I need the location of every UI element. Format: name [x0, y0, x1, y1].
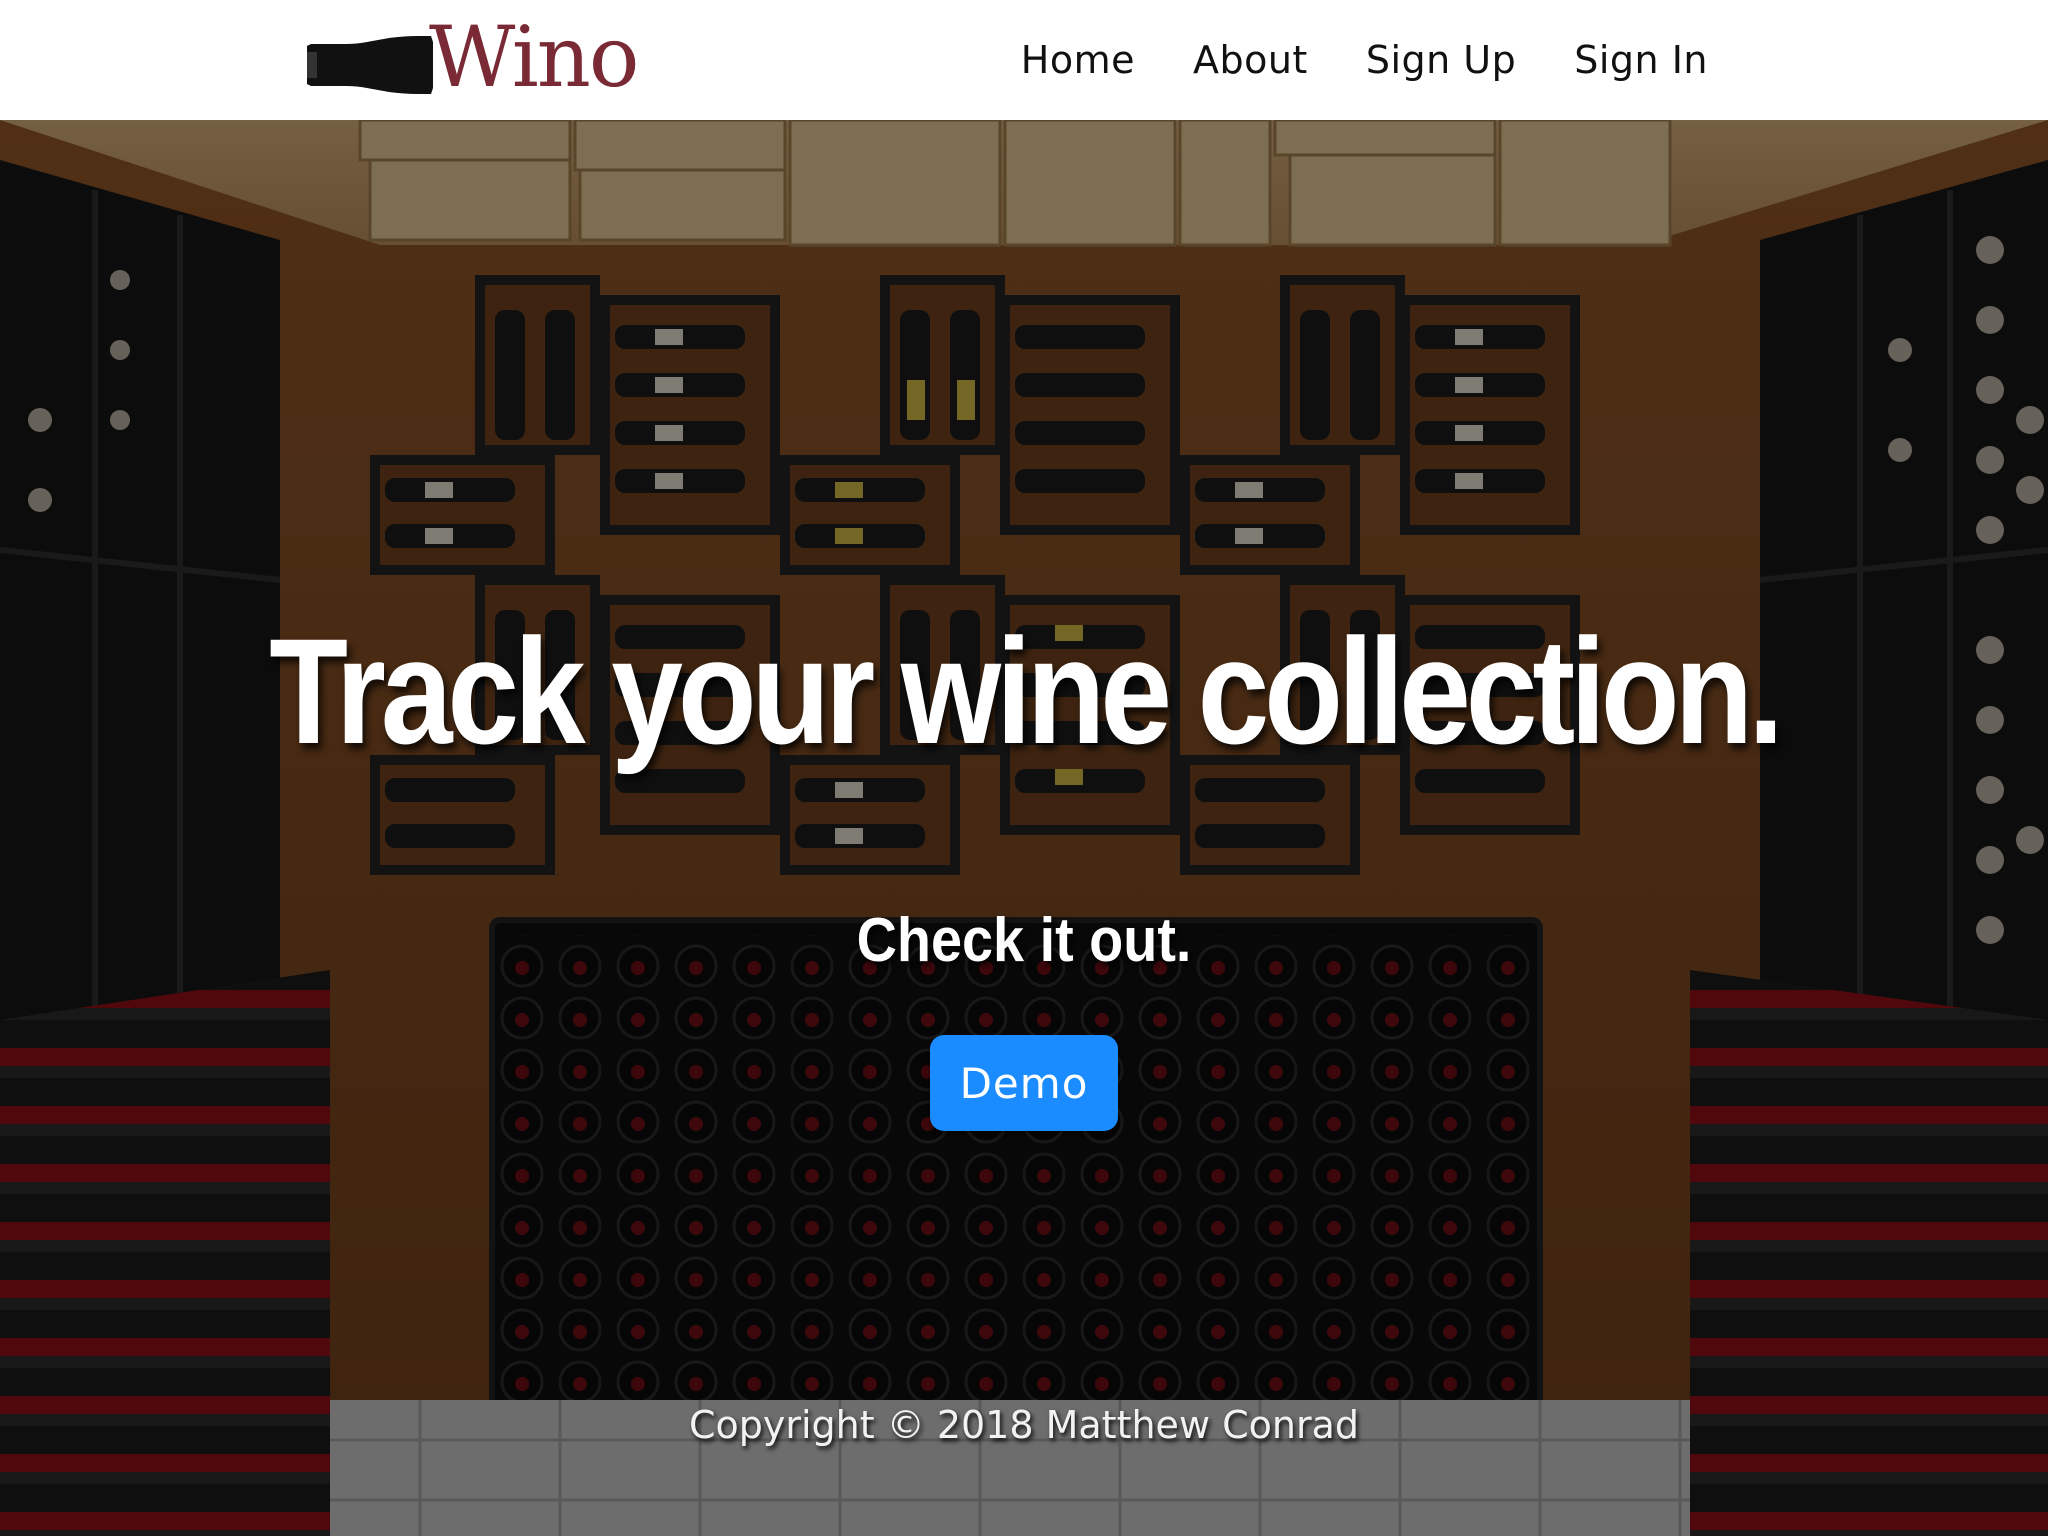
brand-logo-link[interactable]: Wino [305, 8, 639, 106]
copyright-text: Copyright © 2018 Matthew Conrad [688, 1403, 1359, 1447]
hero-section: Track your wine collection. Check it out… [0, 120, 2048, 1536]
nav-links: Home About Sign Up Sign In [1021, 0, 1708, 120]
nav-link-sign-in[interactable]: Sign In [1574, 38, 1708, 82]
nav-link-about[interactable]: About [1193, 38, 1308, 82]
hero-headline: Track your wine collection. [269, 607, 1784, 775]
wine-bottle-icon [307, 36, 433, 94]
demo-button[interactable]: Demo [930, 1035, 1118, 1131]
brand-name: Wino [429, 8, 639, 106]
hero-subhead: Check it out. [856, 906, 1192, 975]
nav-link-home[interactable]: Home [1021, 38, 1135, 82]
hero-dark-overlay [0, 120, 2048, 1536]
nav-link-sign-up[interactable]: Sign Up [1366, 38, 1516, 82]
navbar: Wino Home About Sign Up Sign In [0, 0, 2048, 120]
